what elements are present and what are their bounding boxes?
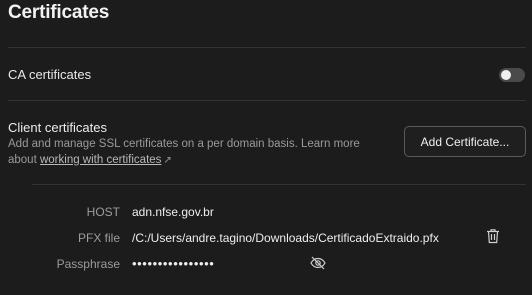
host-label: HOST bbox=[86, 205, 120, 219]
divider-certificate bbox=[32, 184, 526, 185]
client-certificates-title: Client certificates bbox=[8, 120, 107, 135]
ca-certificates-label: CA certificates bbox=[8, 67, 92, 82]
passphrase-value[interactable]: •••••••••••••••• bbox=[132, 256, 214, 271]
trash-icon[interactable] bbox=[486, 228, 500, 249]
external-link-icon: ↗ bbox=[163, 154, 172, 166]
divider-middle bbox=[8, 100, 526, 101]
ca-certificates-toggle[interactable] bbox=[499, 68, 525, 82]
working-with-certificates-link[interactable]: working with certificates bbox=[40, 154, 161, 166]
add-certificate-button[interactable]: Add Certificate... bbox=[404, 126, 526, 157]
toggle-knob bbox=[501, 70, 511, 80]
eye-off-icon[interactable] bbox=[310, 256, 326, 275]
page-title: Certificates bbox=[8, 2, 110, 23]
divider-top bbox=[8, 47, 526, 48]
client-certificates-description: Add and manage SSL certificates on a per… bbox=[8, 137, 388, 168]
passphrase-label: Passphrase bbox=[56, 257, 120, 271]
host-value: adn.nfse.gov.br bbox=[132, 205, 214, 219]
pfx-file-value: /C:/Users/andre.tagino/Downloads/Certifi… bbox=[132, 231, 439, 245]
pfx-file-label: PFX file bbox=[77, 231, 120, 245]
